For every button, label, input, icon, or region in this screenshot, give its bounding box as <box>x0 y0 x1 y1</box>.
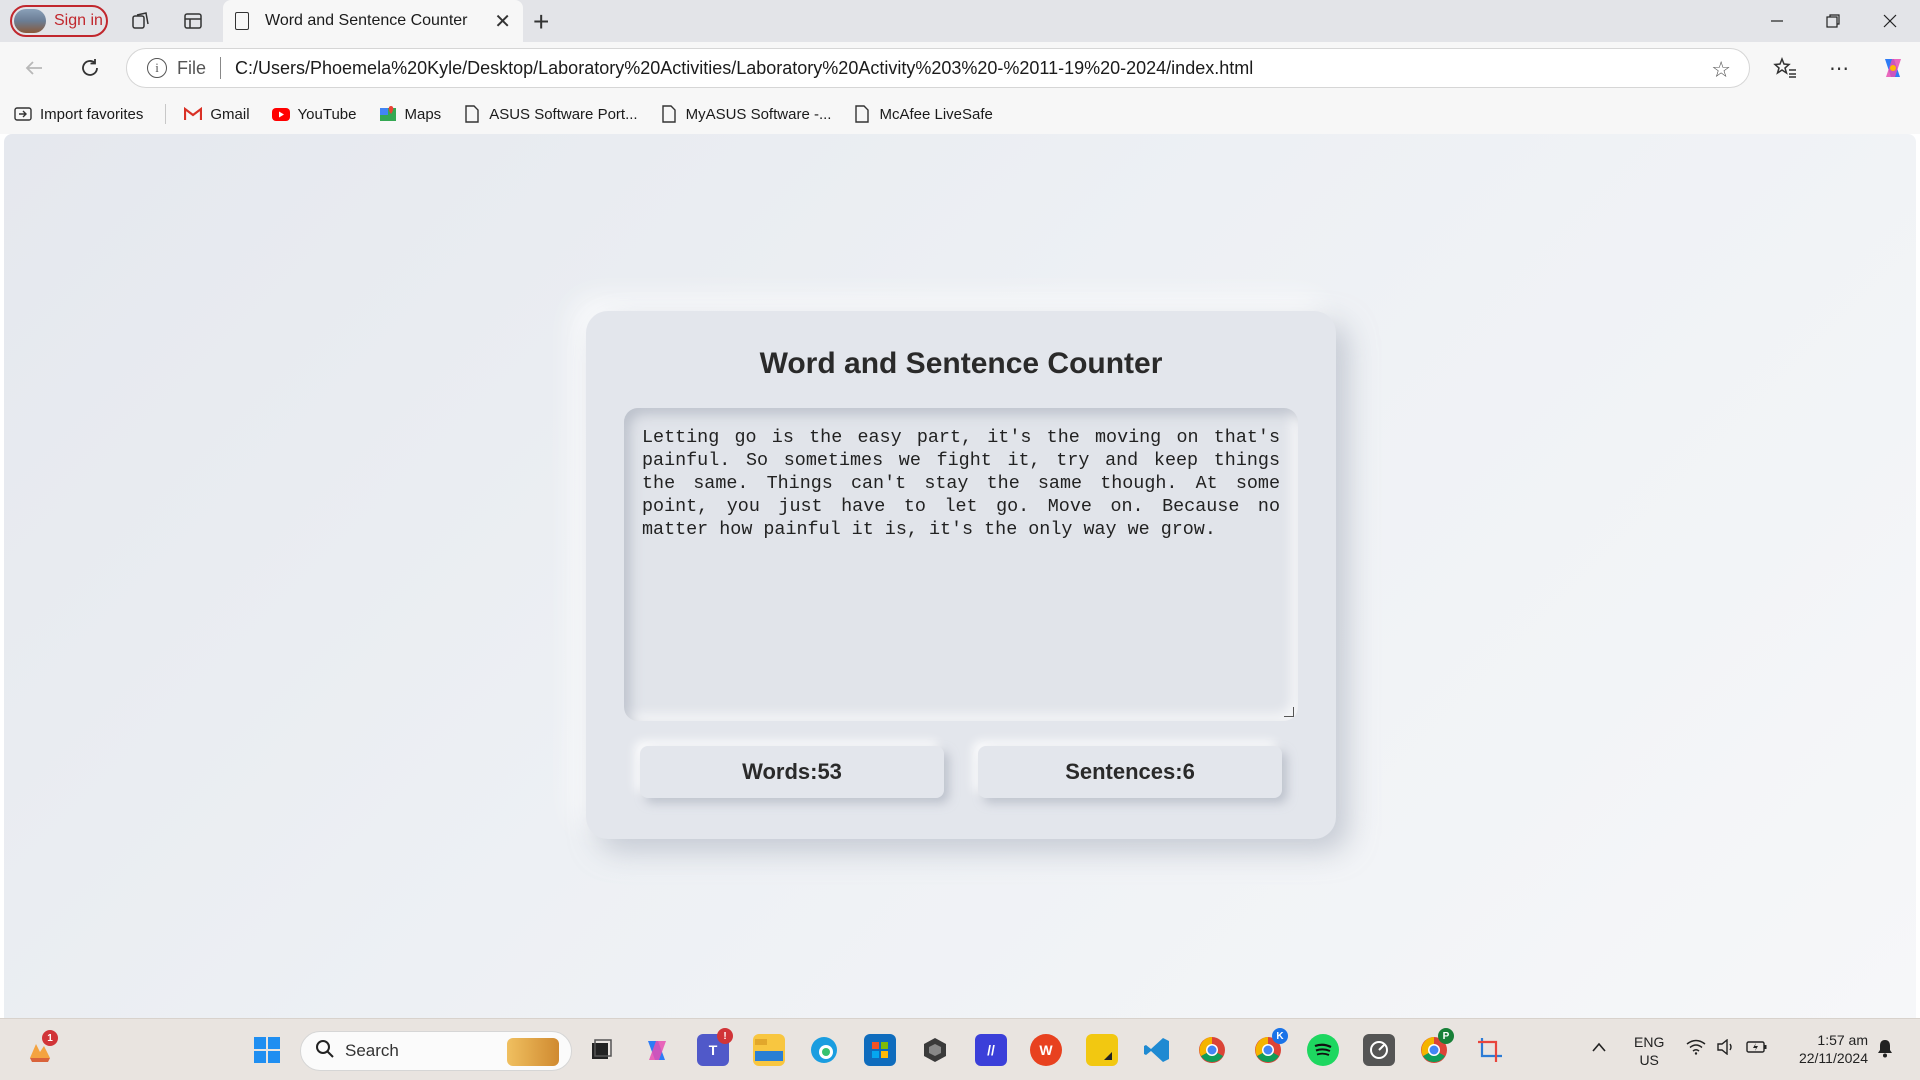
word-count-display: Words:53 <box>640 746 944 798</box>
input-language-indicator[interactable]: ENG US <box>1634 1033 1664 1069</box>
sticky-notes-icon[interactable] <box>1086 1034 1118 1066</box>
file-explorer-icon[interactable] <box>753 1034 785 1066</box>
wifi-icon[interactable] <box>1686 1039 1706 1059</box>
bookmark-label: Import favorites <box>40 105 144 123</box>
bookmark-label: YouTube <box>297 105 357 123</box>
new-tab-button[interactable]: + <box>533 6 549 38</box>
clock-time: 1:57 am <box>1817 1032 1868 1048</box>
edge-browser-icon[interactable] <box>808 1034 840 1066</box>
counter-card: Word and Sentence Counter Letting go is … <box>586 311 1336 839</box>
site-info-icon[interactable]: i <box>147 58 167 78</box>
teams-icon[interactable]: T ! <box>697 1028 733 1066</box>
signin-label: Sign in <box>54 12 103 29</box>
address-separator <box>220 57 222 79</box>
bookmark-gmail[interactable]: Gmail <box>184 105 250 123</box>
weather-widget-icon[interactable]: 1 <box>24 1030 58 1066</box>
clock[interactable]: 1:57 am 22/11/2024 <box>1784 1031 1868 1067</box>
taskbar-search[interactable]: Search <box>300 1031 572 1071</box>
vertical-tabs-icon[interactable] <box>180 8 206 34</box>
copilot-icon[interactable] <box>1879 54 1907 82</box>
more-menu-icon[interactable]: ⋯ <box>1825 54 1853 82</box>
workspaces-icon[interactable] <box>128 8 154 34</box>
microsoft-store-icon[interactable] <box>864 1034 896 1066</box>
page-icon <box>660 105 678 123</box>
bookmark-import-favorites[interactable]: Import favorites <box>14 105 143 123</box>
page-viewport: Word and Sentence Counter Letting go is … <box>4 134 1916 1018</box>
spotify-icon[interactable] <box>1307 1034 1339 1066</box>
minimize-button[interactable] <box>1762 8 1792 34</box>
chrome-profile-badge: K <box>1272 1028 1288 1044</box>
bookmark-label: ASUS Software Port... <box>489 105 638 123</box>
page-icon <box>463 105 481 123</box>
task-view-icon[interactable] <box>585 1034 617 1066</box>
text-input-area[interactable]: Letting go is the easy part, it's the mo… <box>624 408 1298 721</box>
close-tab-icon[interactable]: ✕ <box>494 9 511 34</box>
bookmark-asus-software-portal[interactable]: ASUS Software Port... <box>463 105 638 123</box>
math-app-icon[interactable]: // <box>975 1034 1007 1066</box>
bookmark-myasus-software[interactable]: MyASUS Software -... <box>660 105 832 123</box>
profile-avatar <box>14 9 46 33</box>
youtube-icon <box>271 105 290 123</box>
unity-hub-icon[interactable] <box>919 1034 951 1066</box>
battery-icon[interactable] <box>1746 1039 1768 1059</box>
gmail-icon <box>184 105 203 123</box>
restore-button[interactable] <box>1818 8 1848 34</box>
search-placeholder: Search <box>345 1041 399 1060</box>
close-window-button[interactable] <box>1875 8 1905 34</box>
back-arrow-icon[interactable] <box>20 54 48 82</box>
page-icon <box>235 12 249 30</box>
browser-titlebar: Sign in Word and Sentence Counter ✕ + <box>0 0 1920 42</box>
maps-icon <box>379 105 397 123</box>
chrome-profile-2-icon[interactable]: K <box>1252 1028 1288 1066</box>
snipping-tool-icon[interactable] <box>1474 1034 1506 1066</box>
tab-title: Word and Sentence Counter <box>265 12 468 29</box>
import-icon <box>14 105 32 123</box>
search-highlight-image <box>507 1038 559 1066</box>
chrome-profile-3-icon[interactable]: P <box>1418 1028 1454 1066</box>
chrome-profile-1-icon[interactable] <box>1196 1034 1228 1066</box>
clock-date: 22/11/2024 <box>1798 1050 1868 1066</box>
show-hidden-icons-chevron-icon[interactable] <box>1591 1039 1607 1057</box>
address-url[interactable]: C:/Users/Phoemela%20Kyle/Desktop/Laborat… <box>235 58 1253 79</box>
favorites-bar: Import favorites Gmail YouTube Maps ASUS… <box>0 94 1920 134</box>
notification-badge: 1 <box>42 1030 58 1046</box>
favorites-icon[interactable] <box>1771 54 1799 82</box>
favorite-star-icon[interactable]: ☆ <box>1711 57 1731 83</box>
chrome-profile-badge: P <box>1438 1028 1454 1044</box>
windows-taskbar: 1 Search T ! // W K P ENG US 1:57 am 22/… <box>0 1018 1920 1080</box>
active-tab[interactable]: Word and Sentence Counter ✕ <box>223 0 523 42</box>
vscode-icon[interactable] <box>1141 1034 1173 1066</box>
bookmark-label: Gmail <box>210 105 250 123</box>
address-scheme: File <box>177 57 207 78</box>
notifications-bell-icon[interactable] <box>1876 1038 1894 1062</box>
page-title: Word and Sentence Counter <box>759 347 1163 380</box>
bookmark-label: McAfee LiveSafe <box>879 105 993 123</box>
profile-signin-button[interactable]: Sign in <box>10 5 108 37</box>
bookmark-mcafee-livesafe[interactable]: McAfee LiveSafe <box>853 105 993 123</box>
text-input-value: Letting go is the easy part, it's the mo… <box>642 427 1280 540</box>
volume-icon[interactable] <box>1716 1038 1736 1059</box>
refresh-icon[interactable] <box>76 54 104 82</box>
language-label: ENG <box>1634 1034 1665 1050</box>
bookmark-maps[interactable]: Maps <box>379 105 442 123</box>
resize-handle-icon[interactable] <box>1284 707 1294 717</box>
sentence-count-display: Sentences:6 <box>978 746 1282 798</box>
bookmarks-divider <box>165 104 167 124</box>
start-windows-icon[interactable] <box>251 1034 283 1066</box>
screen-recorder-icon[interactable] <box>1363 1034 1395 1066</box>
bookmark-label: Maps <box>404 105 442 123</box>
wps-office-icon[interactable]: W <box>1030 1034 1062 1066</box>
page-icon <box>853 105 871 123</box>
copilot-app-icon[interactable] <box>641 1034 673 1066</box>
bookmark-youtube[interactable]: YouTube <box>271 105 357 123</box>
address-toolbar: i File C:/Users/Phoemela%20Kyle/Desktop/… <box>0 42 1920 94</box>
search-icon <box>315 1039 335 1064</box>
address-bar[interactable]: i File C:/Users/Phoemela%20Kyle/Desktop/… <box>126 48 1750 88</box>
region-label: US <box>1639 1052 1659 1068</box>
teams-alert-badge: ! <box>717 1028 733 1044</box>
bookmark-label: MyASUS Software -... <box>685 105 832 123</box>
